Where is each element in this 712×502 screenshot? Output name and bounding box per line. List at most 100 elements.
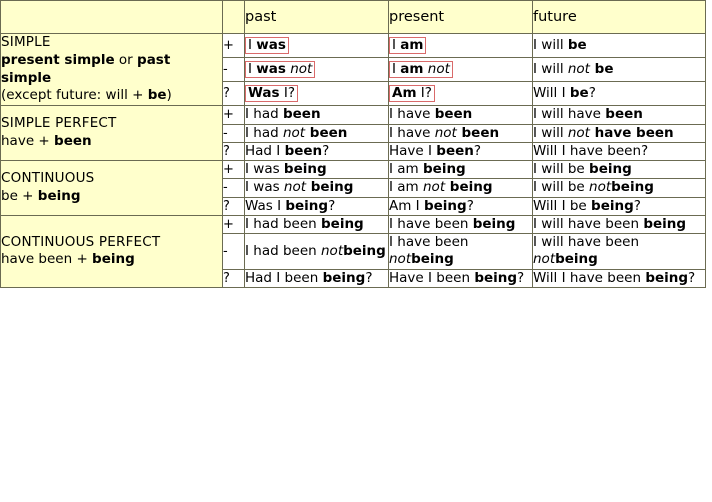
cell-future: Will I be? <box>532 81 706 107</box>
text-bold-1: being <box>322 269 366 286</box>
form-cell-simple: SIMPLE present simple or past simple (exce… <box>0 32 223 107</box>
cell-present: I have been <box>388 105 533 125</box>
cell-past: Was I being? <box>244 196 389 216</box>
formula-bold: been <box>54 133 92 150</box>
text-plain-1: I have <box>389 124 435 141</box>
text-bold-1: being <box>589 161 632 178</box>
text-bold-1: was <box>256 36 286 53</box>
cell-past: I was not <box>244 57 389 83</box>
sign-cell: ? <box>222 81 245 107</box>
sentence-text: I was being <box>245 161 327 177</box>
text-plain-1: I will <box>533 60 568 77</box>
cell-past: I was <box>244 32 389 59</box>
note-plain-1: (except future: will + <box>1 87 148 104</box>
sentence-text: I was not being <box>245 179 353 195</box>
text-plain-1: I will <box>533 179 568 196</box>
text-plain-1: I am <box>389 161 423 178</box>
cell-future: I will be notbeing <box>532 178 706 198</box>
sentence-text: I have not been <box>389 125 499 141</box>
text-plain-1: Have I been <box>389 269 475 286</box>
sentence-text: Had I been being? <box>245 270 373 286</box>
text-bold-1: being <box>591 197 634 214</box>
text-plain-2: ? <box>322 142 330 159</box>
table-row: SIMPLE present simple or past simple (exce… <box>0 32 706 107</box>
text-plain-1: Have I <box>389 142 437 159</box>
form-title: CONTINUOUS <box>1 170 95 187</box>
cell-past: I had been being <box>244 214 389 235</box>
text-bold-1: been <box>284 142 323 159</box>
text-plain-1: I had been <box>245 215 321 232</box>
text-bold-1: been <box>605 106 643 123</box>
formula-conjunction: or <box>114 51 138 68</box>
sentence-text: Am I being? <box>389 198 474 214</box>
text-bold-2: have been <box>589 124 674 141</box>
text-italic-not: not <box>567 60 590 77</box>
text-plain-1: I was <box>245 161 284 178</box>
highlight-box: Am I? <box>389 85 435 103</box>
cell-present: I have been notbeing <box>388 233 533 270</box>
form-title: SIMPLE PERFECT <box>1 115 117 132</box>
sentence-text: I had been being <box>245 216 364 232</box>
text-bold-2: being <box>611 179 654 196</box>
sentence-text: Was I being? <box>245 198 335 214</box>
text-bold-2: be <box>589 60 614 77</box>
sentence-text: Will I have been? <box>533 143 648 159</box>
text-plain-1: Will I <box>533 85 570 102</box>
cell-past: I was not being <box>244 178 389 198</box>
sentence-text: Have I been being? <box>389 270 524 286</box>
form-cell-continuous: CONTINUOUS be + being <box>0 160 223 216</box>
text-plain-1: I will <box>533 36 568 53</box>
cell-past: I had been notbeing <box>244 233 389 270</box>
text-bold-2: being <box>555 251 598 268</box>
text-bold-1: being <box>474 269 518 286</box>
sign-cell: + <box>222 214 245 235</box>
sign-cell: + <box>222 32 245 59</box>
highlight-box: I was not <box>245 60 316 79</box>
text-bold-1: was <box>256 60 286 77</box>
sign-cell: + <box>222 160 245 180</box>
cell-past: I was being <box>244 160 389 180</box>
header-sign <box>222 0 245 34</box>
sentence-text: I will not have been <box>533 125 674 141</box>
text-plain-2: ? <box>365 269 373 286</box>
sentence-text: I will have been being <box>533 216 686 232</box>
text-bold-2: being <box>306 179 354 196</box>
sign-cell: - <box>222 123 245 143</box>
cell-future: Will I have been being? <box>532 268 706 288</box>
text-plain-2: I? <box>279 85 296 102</box>
text-italic-not: not <box>290 60 313 77</box>
text-italic-not: not <box>423 179 446 196</box>
cell-present: I am not <box>388 57 533 83</box>
text-bold-1: Am <box>392 85 417 102</box>
text-plain-1: Am I <box>389 197 424 214</box>
text-plain-1: I had <box>245 124 283 141</box>
cell-present: Have I been? <box>388 141 533 162</box>
form-formula: have been + being <box>1 251 222 269</box>
text-plain-1: I will have been <box>533 215 644 232</box>
text-bold-2: being <box>343 242 386 259</box>
sentence-text: Will I be being? <box>533 198 641 214</box>
sentence-text: I am not being <box>389 179 493 195</box>
text-bold-1: am <box>400 36 424 53</box>
cell-future: I will have been being <box>532 214 706 235</box>
cell-present: I am not being <box>388 178 533 198</box>
text-italic-not: not <box>282 124 306 141</box>
sentence-text: I will be <box>533 37 587 53</box>
text-plain-2: ? <box>588 85 596 102</box>
text-italic-not: not <box>427 60 450 77</box>
text-plain-1: Will I have been? <box>533 142 649 159</box>
text-bold-1: been <box>282 106 321 123</box>
form-note: (except future: will + be) <box>1 87 222 105</box>
header-blank <box>0 0 223 34</box>
sentence-text: Will I be? <box>533 85 596 101</box>
text-plain-2: ? <box>473 142 482 159</box>
cell-future: I will have been <box>532 105 706 125</box>
form-formula: have + been <box>1 133 222 151</box>
cell-present: I have been being <box>388 214 533 235</box>
cell-present: I am being <box>388 160 533 180</box>
sign-cell: ? <box>222 268 245 288</box>
cell-future: I will be <box>532 32 706 59</box>
text-plain-2: ? <box>688 269 696 286</box>
sentence-text: I have been <box>389 106 472 122</box>
formula-plain: have + <box>1 133 55 150</box>
